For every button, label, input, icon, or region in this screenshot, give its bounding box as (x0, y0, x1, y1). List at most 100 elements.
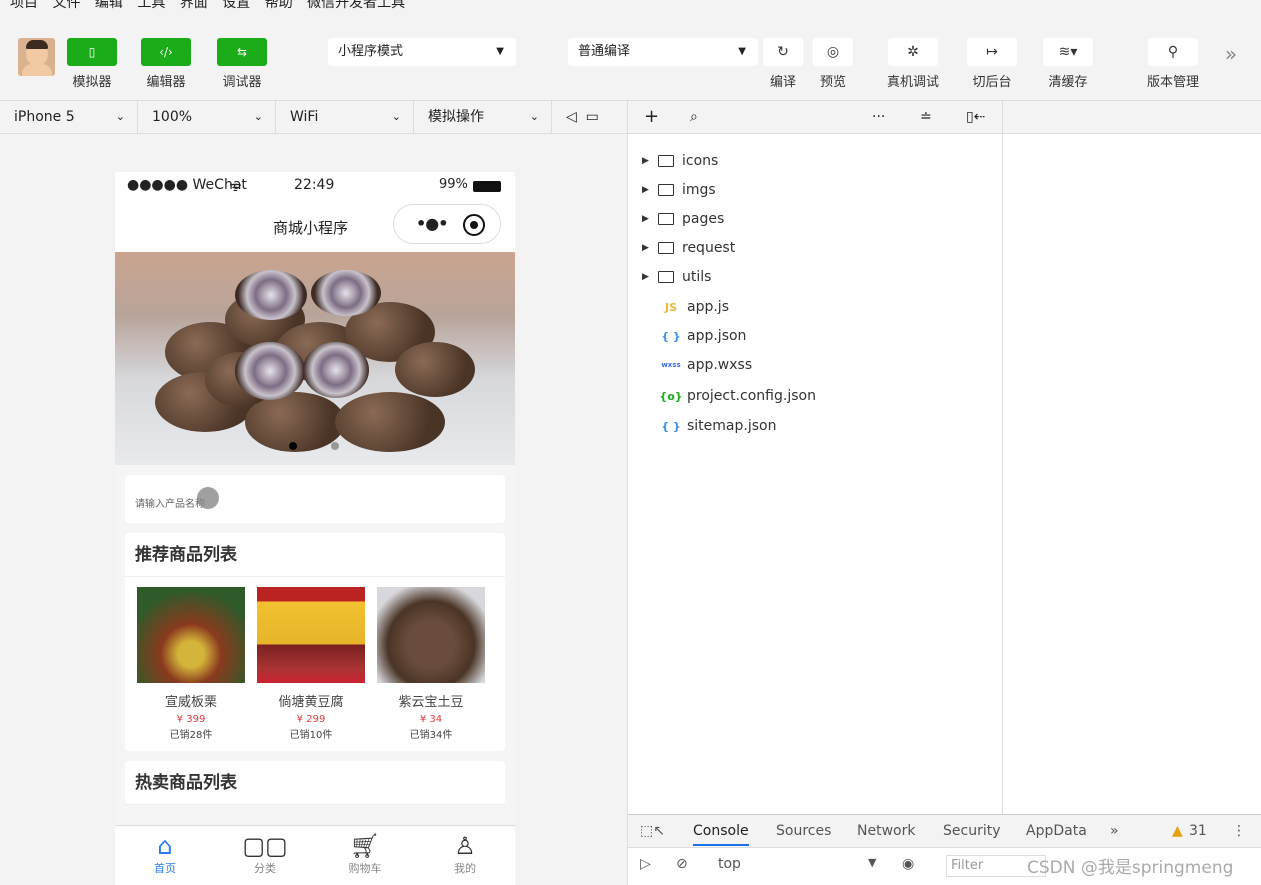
compile-mode-select[interactable]: 普通编译 ▼ (568, 38, 758, 66)
dropdown-arrow-icon: ▼ (738, 46, 746, 57)
goods-item[interactable]: 倘塘黄豆腐 ¥ 299 已销10件 (251, 587, 371, 751)
hot-section: 热卖商品列表 (125, 761, 505, 805)
watermark: CSDN @我是springmeng (1027, 858, 1234, 878)
capsule-menu[interactable]: •●• (393, 204, 501, 244)
menu-tools[interactable]: 工具 (137, 0, 165, 10)
tab-cart[interactable]: 🛒︎ 购物车 (315, 826, 415, 885)
search-input[interactable]: 请输入产品名称 (125, 475, 505, 523)
wifi-icon: ᯤ (229, 179, 242, 195)
battery-icon (473, 181, 501, 192)
phone-icon: ▯ (67, 38, 117, 66)
branch-icon: ⚲ (1148, 38, 1198, 66)
simulator-options-bar: iPhone 5 ⌄ 100% ⌄ WiFi ⌄ 模拟操作 ⌄ ◁ ▭ + ⌕ ··· … (0, 100, 1261, 134)
menu-view[interactable]: 界面 (180, 0, 208, 10)
menu-help[interactable]: 帮助 (265, 0, 293, 10)
menu-edit[interactable]: 编辑 (95, 0, 123, 10)
tab-security[interactable]: Security (943, 823, 1001, 839)
tree-folder-icons[interactable]: ▶ icons (642, 150, 718, 172)
swiper-dot[interactable] (331, 442, 339, 450)
explorer-toolbar: + ⌕ ··· ≐ ▯⇠ (628, 101, 1003, 133)
tab-profile[interactable]: ♙ 我的 (415, 826, 515, 885)
tab-home[interactable]: ⌂ 首页 (115, 826, 215, 885)
config-file-icon: {o} (659, 389, 683, 403)
simulator-button[interactable]: ▯ 模拟器 (66, 38, 118, 90)
phone-screen: ●●●●● WeChat ᯤ 22:49 99% 商城小程序 •●• 请输入产品… (115, 172, 515, 885)
chevron-down-icon: ⌄ (115, 110, 125, 123)
sidebar-toggle-icon[interactable]: ▷ (640, 856, 651, 872)
clear-console-icon[interactable]: ⊘ (676, 856, 688, 872)
goods-item[interactable]: 紫云宝土豆 ¥ 34 已销34件 (371, 587, 491, 751)
avatar[interactable] (18, 38, 55, 76)
debugger-button[interactable]: ⇆ 调试器 (216, 38, 268, 90)
toolbar: ▯ 模拟器 ‹/› 编辑器 ⇆ 调试器 小程序模式 ▼ 普通编译 ▼ ↻ 编译 … (0, 28, 1261, 98)
folder-icon (658, 155, 674, 167)
dropdown-arrow-icon: ▼ (496, 46, 504, 57)
tree-file-project-config[interactable]: {o} project.config.json (642, 385, 816, 407)
editor-pane (1003, 134, 1261, 814)
tab-console[interactable]: Console (693, 823, 749, 846)
more-dots-icon[interactable]: •●• (416, 214, 448, 233)
exit-icon: ↦ (967, 38, 1017, 66)
zoom-select[interactable]: 100% ⌄ (138, 101, 276, 133)
menu-wechat-devtools[interactable]: 微信开发者工具 (307, 0, 405, 10)
chevron-down-icon: ⌄ (529, 110, 539, 123)
more-tabs-icon[interactable]: » (1110, 823, 1119, 839)
status-bar: ●●●●● WeChat ᯤ 22:49 99% (115, 172, 515, 200)
network-select[interactable]: WiFi ⌄ (276, 101, 414, 133)
search-icon[interactable]: ⌕ (690, 101, 698, 133)
more-chevron-icon[interactable]: » (1220, 42, 1242, 66)
context-dropdown-icon[interactable]: ▼ (868, 856, 876, 869)
folder-icon (658, 271, 674, 283)
refresh-icon: ↻ (763, 38, 803, 66)
tab-network[interactable]: Network (857, 823, 915, 839)
tree-folder-pages[interactable]: ▶ pages (642, 208, 724, 230)
tab-category[interactable]: ▢▢ 分类 (215, 826, 315, 885)
tree-file-app-json[interactable]: { } app.json (642, 325, 746, 347)
caret-right-icon: ▶ (642, 156, 649, 166)
tab-sources[interactable]: Sources (776, 823, 831, 839)
banner-swiper[interactable] (115, 252, 515, 465)
compile-button[interactable]: ↻ 编译 (760, 38, 806, 90)
close-target-icon[interactable] (463, 214, 485, 236)
collapse-icon[interactable]: ≐ (920, 101, 932, 133)
real-device-debug-button[interactable]: ✲ 真机调试 (880, 38, 946, 90)
kebab-menu-icon[interactable]: ⋮ (1232, 823, 1246, 839)
device-select[interactable]: iPhone 5 ⌄ (0, 101, 138, 133)
preview-button[interactable]: ◎ 预览 (810, 38, 856, 90)
wxss-file-icon: wxss (661, 361, 681, 369)
mode-select[interactable]: 小程序模式 ▼ (328, 38, 516, 66)
more-icon[interactable]: ··· (872, 101, 885, 133)
menu-file[interactable]: 文件 (52, 0, 80, 10)
folder-icon (658, 184, 674, 196)
background-button[interactable]: ↦ 切后台 (966, 38, 1018, 90)
tree-file-app-wxss[interactable]: wxss app.wxss (642, 354, 752, 376)
code-icon: ‹/› (141, 38, 191, 66)
sound-icon[interactable]: ◁ ▭ (552, 101, 628, 133)
caret-right-icon: ▶ (642, 214, 649, 224)
goods-item[interactable]: 宣威板栗 ¥ 399 已销28件 (131, 587, 251, 751)
layers-icon: ≋▾ (1043, 38, 1093, 66)
split-icon[interactable]: ▯⇠ (966, 101, 985, 133)
section-title: 热卖商品列表 (125, 761, 505, 805)
version-button[interactable]: ⚲ 版本管理 (1140, 38, 1206, 90)
editor-button[interactable]: ‹/› 编辑器 (140, 38, 192, 90)
nav-bar: 商城小程序 •●• (115, 200, 515, 252)
tree-folder-request[interactable]: ▶ request (642, 237, 735, 259)
json-file-icon: { } (661, 419, 681, 433)
context-select[interactable]: top (718, 856, 741, 872)
tree-file-app-js[interactable]: JS app.js (642, 296, 729, 318)
tree-folder-utils[interactable]: ▶ utils (642, 266, 711, 288)
simulate-select[interactable]: 模拟操作 ⌄ (414, 101, 552, 133)
warning-icon[interactable]: ▲ (1172, 823, 1183, 839)
file-explorer: ▶ icons ▶ imgs ▶ pages ▶ request ▶ utils JS ap… (628, 134, 1003, 814)
tree-folder-imgs[interactable]: ▶ imgs (642, 179, 716, 201)
tree-file-sitemap[interactable]: { } sitemap.json (642, 415, 776, 437)
swiper-dot-active[interactable] (289, 442, 297, 450)
inspect-icon[interactable]: ⬚↖ (640, 823, 665, 839)
add-icon[interactable]: + (644, 101, 659, 133)
menu-project[interactable]: 项目 (10, 0, 38, 10)
menu-settings[interactable]: 设置 (222, 0, 250, 10)
clear-cache-button[interactable]: ≋▾ 清缓存 (1042, 38, 1094, 90)
eye-icon[interactable]: ◉ (902, 856, 914, 872)
tab-appdata[interactable]: AppData (1026, 823, 1087, 839)
